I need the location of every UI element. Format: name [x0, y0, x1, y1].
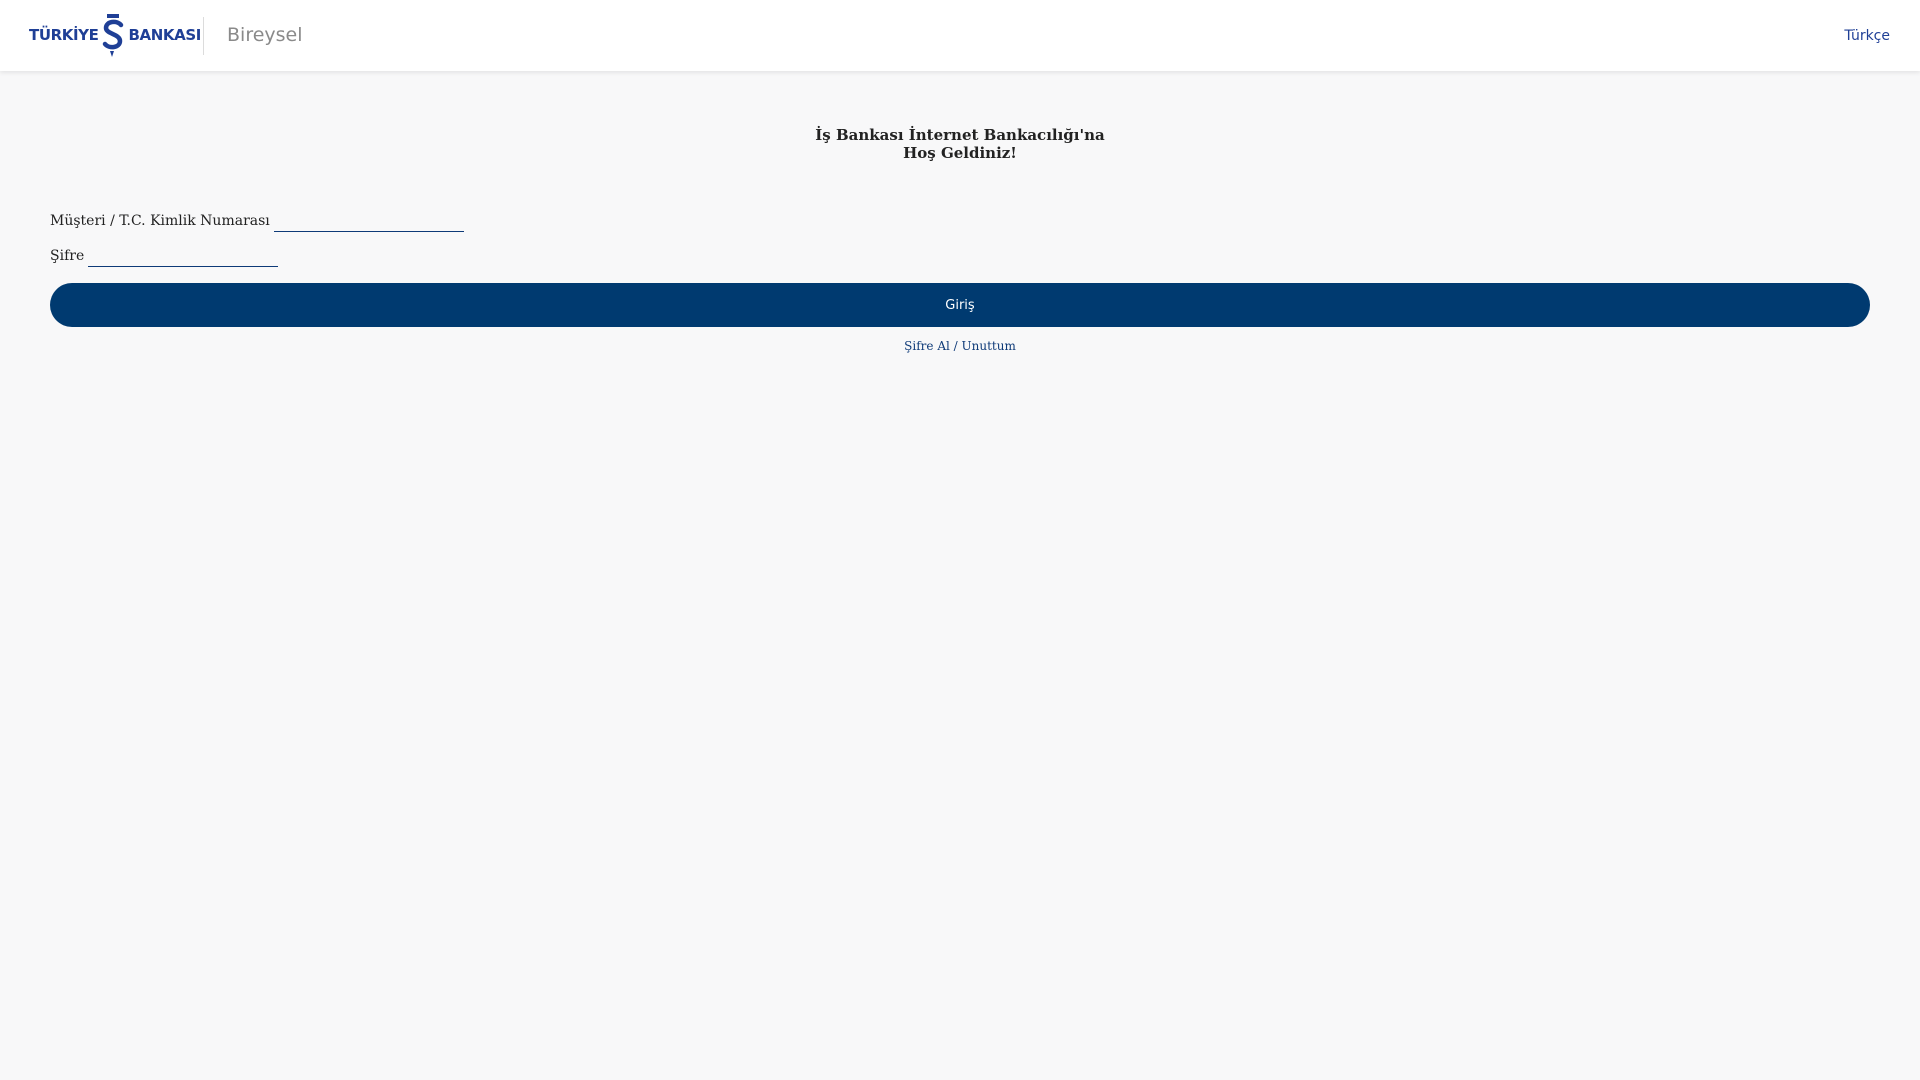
logo-text-right: BANKASI [128, 26, 201, 44]
top-header: TÜRKİYE BANKASI Bireysel Türkçe [0, 0, 1920, 71]
header-divider [203, 17, 204, 55]
customer-id-input[interactable] [273, 210, 464, 232]
logo-text-left: TÜRKİYE [29, 26, 99, 44]
password-input[interactable] [88, 245, 279, 267]
password-label: Şifre [50, 248, 85, 264]
customer-id-label: Müşteri / T.C. Kimlik Numarası [50, 213, 270, 229]
bank-logo[interactable]: TÜRKİYE BANKASI [29, 11, 201, 59]
section-name: Bireysel [227, 24, 303, 46]
login-button[interactable]: Giriş [50, 283, 1870, 327]
language-selector[interactable]: Türkçe [1844, 26, 1890, 46]
welcome-line-1: İş Bankası İnternet Bankacılığı'na [815, 126, 1105, 144]
welcome-line-2: Hoş Geldiniz! [903, 144, 1017, 162]
customer-id-row: Müşteri / T.C. Kimlik Numarası [50, 210, 464, 232]
password-row: Şifre [50, 245, 279, 267]
is-bankasi-logo-icon [103, 14, 124, 57]
welcome-heading: İş Bankası İnternet Bankacılığı'na Hoş G… [0, 126, 1920, 162]
forgot-password-link[interactable]: Şifre Al / Unuttum [904, 339, 1016, 353]
forgot-password-row: Şifre Al / Unuttum [0, 338, 1920, 354]
